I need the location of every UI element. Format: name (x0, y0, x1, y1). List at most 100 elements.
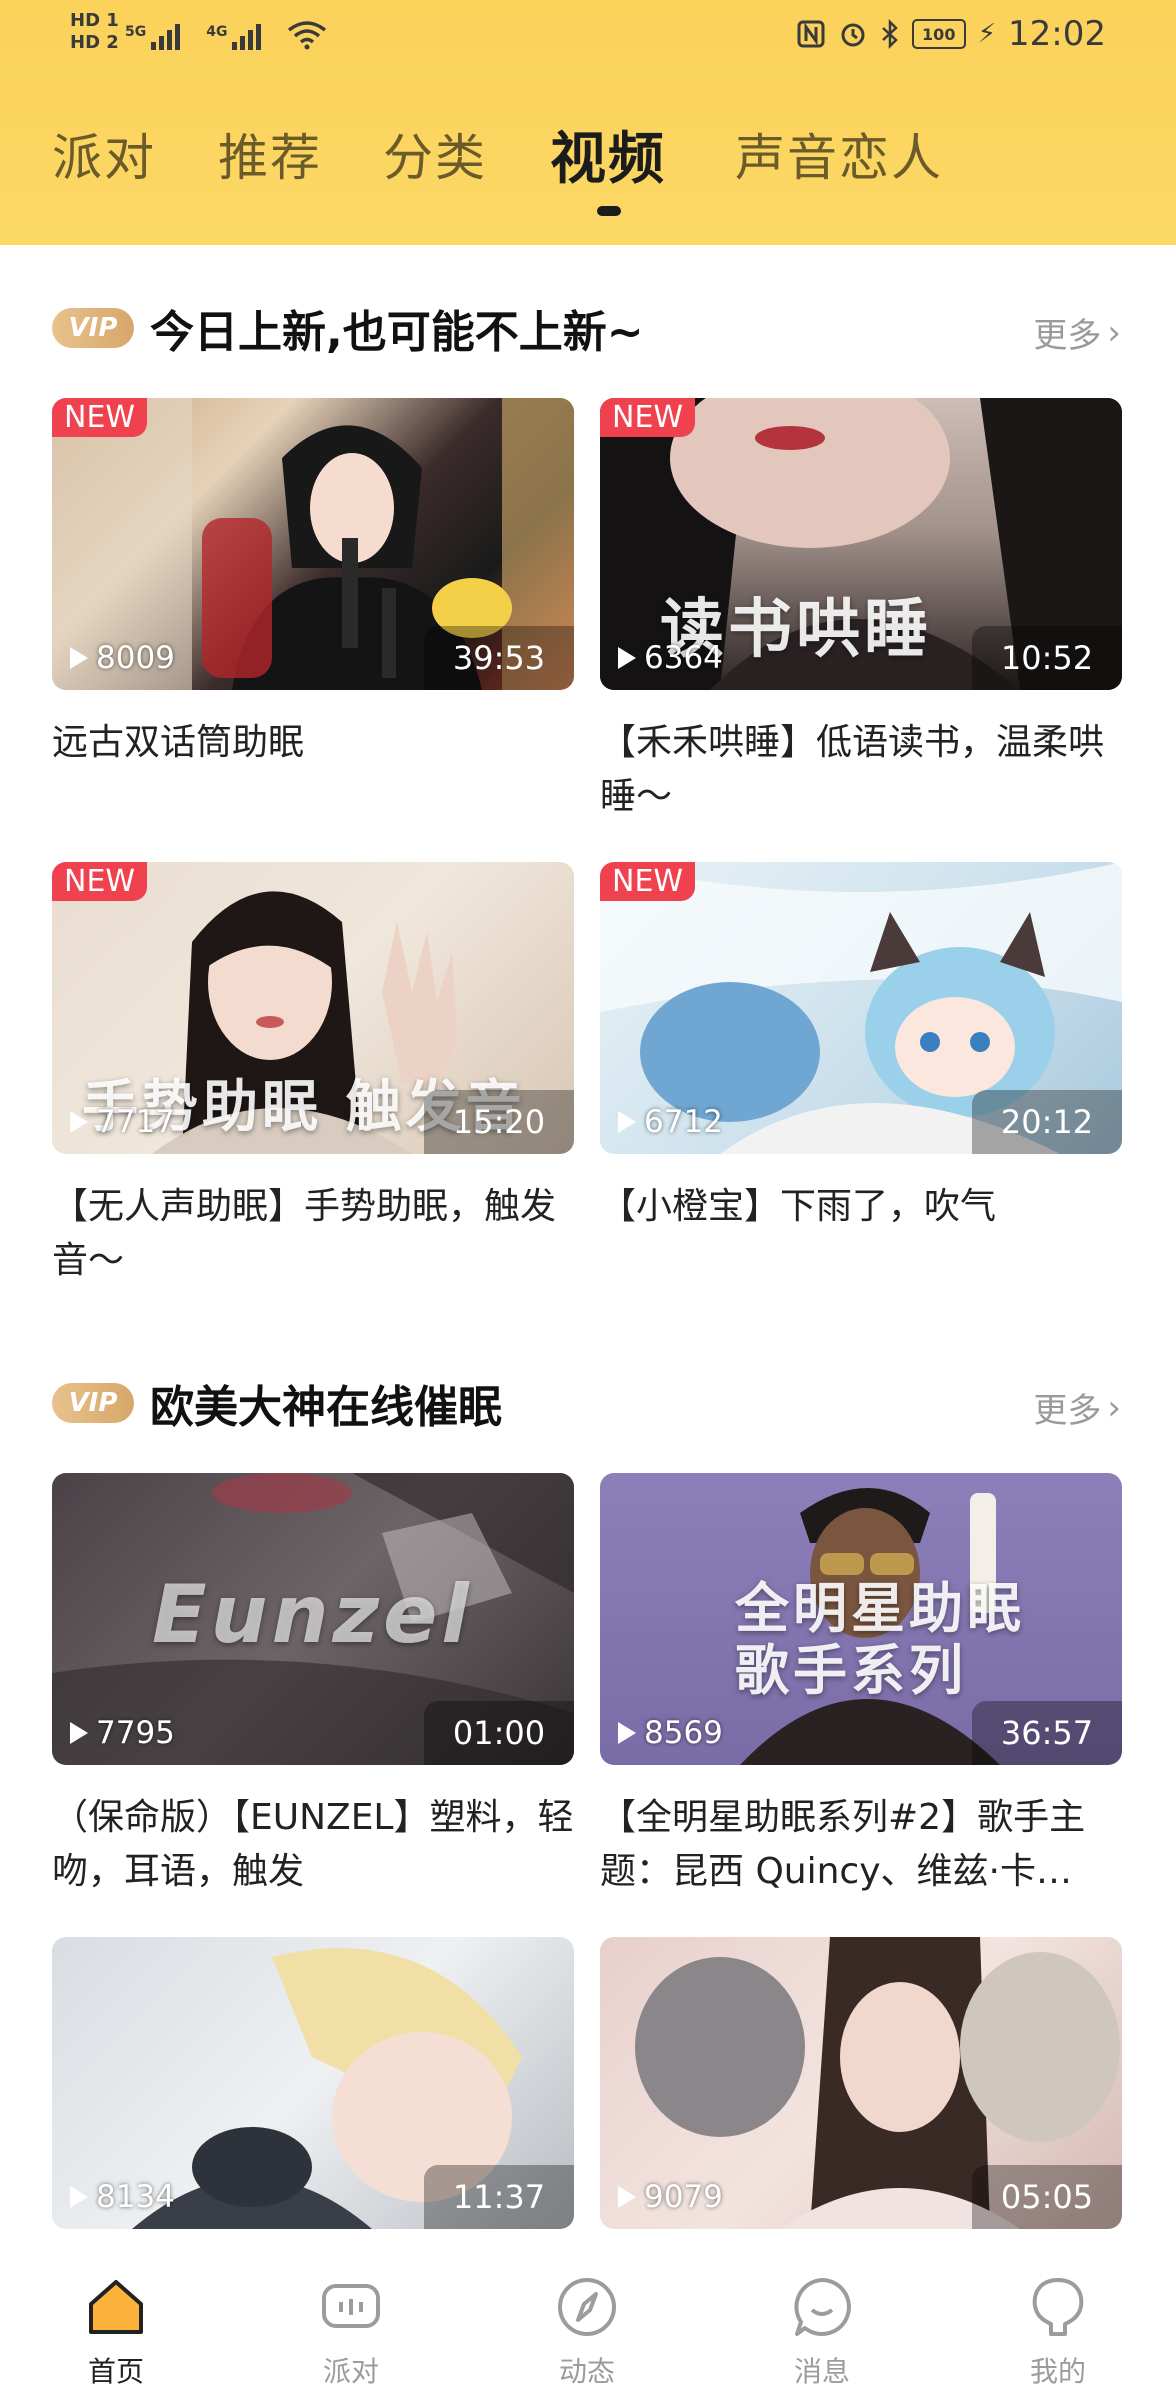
nav-moments[interactable]: 动态 (497, 2244, 677, 2400)
view-count-value: 6712 (644, 1104, 723, 1140)
compass-icon (558, 2278, 616, 2336)
video-thumbnail[interactable]: 读书哄睡 NEW 6364 10:52 (600, 398, 1122, 690)
bluetooth-icon (881, 19, 898, 49)
nav-messages[interactable]: 消息 (732, 2244, 912, 2400)
section-1-header: VIP 今日上新,也可能不上新~ (52, 298, 644, 358)
video-caption[interactable]: 【禾禾哄睡】低语读书，温柔哄睡～ (600, 716, 1122, 824)
video-card[interactable]: 读书哄睡 NEW 6364 10:52 【禾禾哄睡】低语读书，温柔哄睡～ (600, 398, 1122, 824)
view-count-value: 9079 (644, 2179, 723, 2215)
profile-icon (1032, 2278, 1084, 2336)
nav-home[interactable]: 首页 (26, 2244, 206, 2400)
video-thumbnail[interactable]: 全明星助眠 歌手系列 8569 36:57 (600, 1473, 1122, 1765)
section-1-more-link[interactable]: 更多 › (1033, 308, 1121, 357)
tab-video[interactable]: 视频 (550, 114, 666, 195)
video-thumbnail[interactable]: NEW 8009 39:53 (52, 398, 574, 690)
video-card[interactable]: NEW 8009 39:53 远古双话筒助眠 (52, 398, 574, 770)
section-1-title: 今日上新,也可能不上新~ (150, 307, 644, 358)
view-count: 9079 (618, 2179, 723, 2215)
video-duration: 01:00 (424, 1701, 574, 1765)
video-thumbnail[interactable]: Eunzel 7795 01:00 (52, 1473, 574, 1765)
video-duration: 36:57 (972, 1701, 1122, 1765)
nav-party[interactable]: 派对 (261, 2244, 441, 2400)
wifi-icon (288, 21, 327, 50)
view-count: 7717 (70, 1104, 175, 1140)
video-duration: 10:52 (972, 626, 1122, 690)
section-2-more-link[interactable]: 更多 › (1033, 1383, 1121, 1432)
vip-badge: VIP (52, 308, 134, 348)
alarm-icon (841, 23, 865, 47)
section-2-header: VIP 欧美大神在线催眠 (52, 1373, 502, 1433)
nav-label: 首页 (87, 2355, 144, 2388)
video-thumbnail[interactable]: NEW 6712 20:12 (600, 862, 1122, 1154)
play-icon (70, 1722, 88, 1744)
video-caption[interactable]: 远古双话筒助眠 (52, 716, 574, 770)
video-duration: 11:37 (424, 2165, 574, 2229)
signal-5g-icon: 5G (125, 24, 181, 50)
video-card[interactable]: 手势助眠 触发音 NEW 7717 15:20 【无人声助眠】手势助眠，触发音～ (52, 862, 574, 1288)
section-2-title: 欧美大神在线催眠 (150, 1382, 502, 1433)
video-card[interactable]: 9079 05:05 (600, 1937, 1122, 2229)
more-label: 更多 (1033, 1391, 1102, 1431)
tab-category[interactable]: 分类 (383, 118, 487, 190)
video-card[interactable]: NEW 6712 20:12 【小橙宝】下雨了，吹气 (600, 862, 1122, 1234)
new-badge: NEW (52, 862, 148, 901)
tab-voice-lover[interactable]: 声音恋人 (735, 118, 943, 190)
tab-recommend[interactable]: 推荐 (218, 118, 322, 190)
play-icon (618, 647, 636, 669)
top-tabs: 派对 推荐 分类 视频 声音恋人 (0, 118, 1176, 198)
view-count: 8569 (618, 1715, 723, 1751)
signal-indicators: 5G 4G (125, 18, 327, 50)
net2-label: 4G (206, 24, 228, 40)
video-duration: 20:12 (972, 1090, 1122, 1154)
sim1-indicator: HD 1 (70, 10, 119, 31)
battery-indicator: 100 (911, 19, 966, 49)
active-tab-indicator (597, 206, 621, 216)
view-count: 6712 (618, 1104, 723, 1140)
party-icon (322, 2284, 380, 2328)
net1-label: 5G (125, 24, 147, 40)
signal-4g-icon: 4G (206, 24, 262, 50)
video-thumbnail[interactable]: 9079 05:05 (600, 1937, 1122, 2229)
view-count-value: 8569 (644, 1715, 723, 1751)
nav-label: 动态 (558, 2355, 615, 2388)
play-icon (618, 1111, 636, 1133)
nfc-icon (797, 20, 825, 48)
sim2-indicator: HD 2 (70, 32, 119, 53)
nav-label: 派对 (322, 2355, 379, 2388)
video-thumbnail[interactable]: 手势助眠 触发音 NEW 7717 15:20 (52, 862, 574, 1154)
video-card[interactable]: Eunzel 7795 01:00 （保命版）【EUNZEL】塑料，轻吻，耳语，… (52, 1473, 574, 1899)
nav-profile[interactable]: 我的 (968, 2244, 1148, 2400)
video-duration: 39:53 (424, 626, 574, 690)
view-count-value: 7795 (96, 1715, 175, 1751)
view-count-value: 8009 (96, 640, 175, 676)
view-count: 7795 (70, 1715, 175, 1751)
video-duration: 15:20 (424, 1090, 574, 1154)
video-caption[interactable]: 【全明星助眠系列#2】歌手主题：昆西 Quincy、维兹·卡… (600, 1791, 1122, 1899)
new-badge: NEW (52, 398, 148, 437)
video-caption[interactable]: （保命版）【EUNZEL】塑料，轻吻，耳语，触发 (52, 1791, 574, 1899)
video-thumbnail[interactable]: 8134 11:37 (52, 1937, 574, 2229)
video-caption[interactable]: 【无人声助眠】手势助眠，触发音～ (52, 1180, 574, 1288)
vip-badge: VIP (52, 1383, 134, 1423)
chevron-right-icon: › (1107, 1387, 1121, 1428)
nav-label: 我的 (1029, 2355, 1086, 2388)
view-count-value: 6364 (644, 640, 723, 676)
play-icon (618, 2186, 636, 2208)
video-card[interactable]: 8134 11:37 (52, 1937, 574, 2229)
tab-party[interactable]: 派对 (52, 118, 156, 190)
view-count-value: 7717 (96, 1104, 175, 1140)
video-caption[interactable]: 【小橙宝】下雨了，吹气 (600, 1180, 1122, 1234)
view-count: 6364 (618, 640, 723, 676)
view-count: 8134 (70, 2179, 175, 2215)
bottom-navigation: 首页 派对 动态 消息 我的 (0, 2244, 1176, 2400)
play-icon (70, 647, 88, 669)
video-card[interactable]: 全明星助眠 歌手系列 8569 36:57 【全明星助眠系列#2】歌手主题：昆西… (600, 1473, 1122, 1899)
status-right: 100 ⚡ 12:02 (796, 14, 1106, 54)
thumbnail-overlay-text: Eunzel (152, 1568, 473, 1661)
new-badge: NEW (600, 862, 696, 901)
clock: 12:02 (1008, 14, 1106, 54)
play-icon (70, 1111, 88, 1133)
chevron-right-icon: › (1107, 312, 1121, 353)
top-header: HD 1 HD 2 5G 4G 100 ⚡ 12:02 派对 推荐 分类 视频 … (0, 0, 1176, 245)
home-icon (89, 2280, 143, 2334)
